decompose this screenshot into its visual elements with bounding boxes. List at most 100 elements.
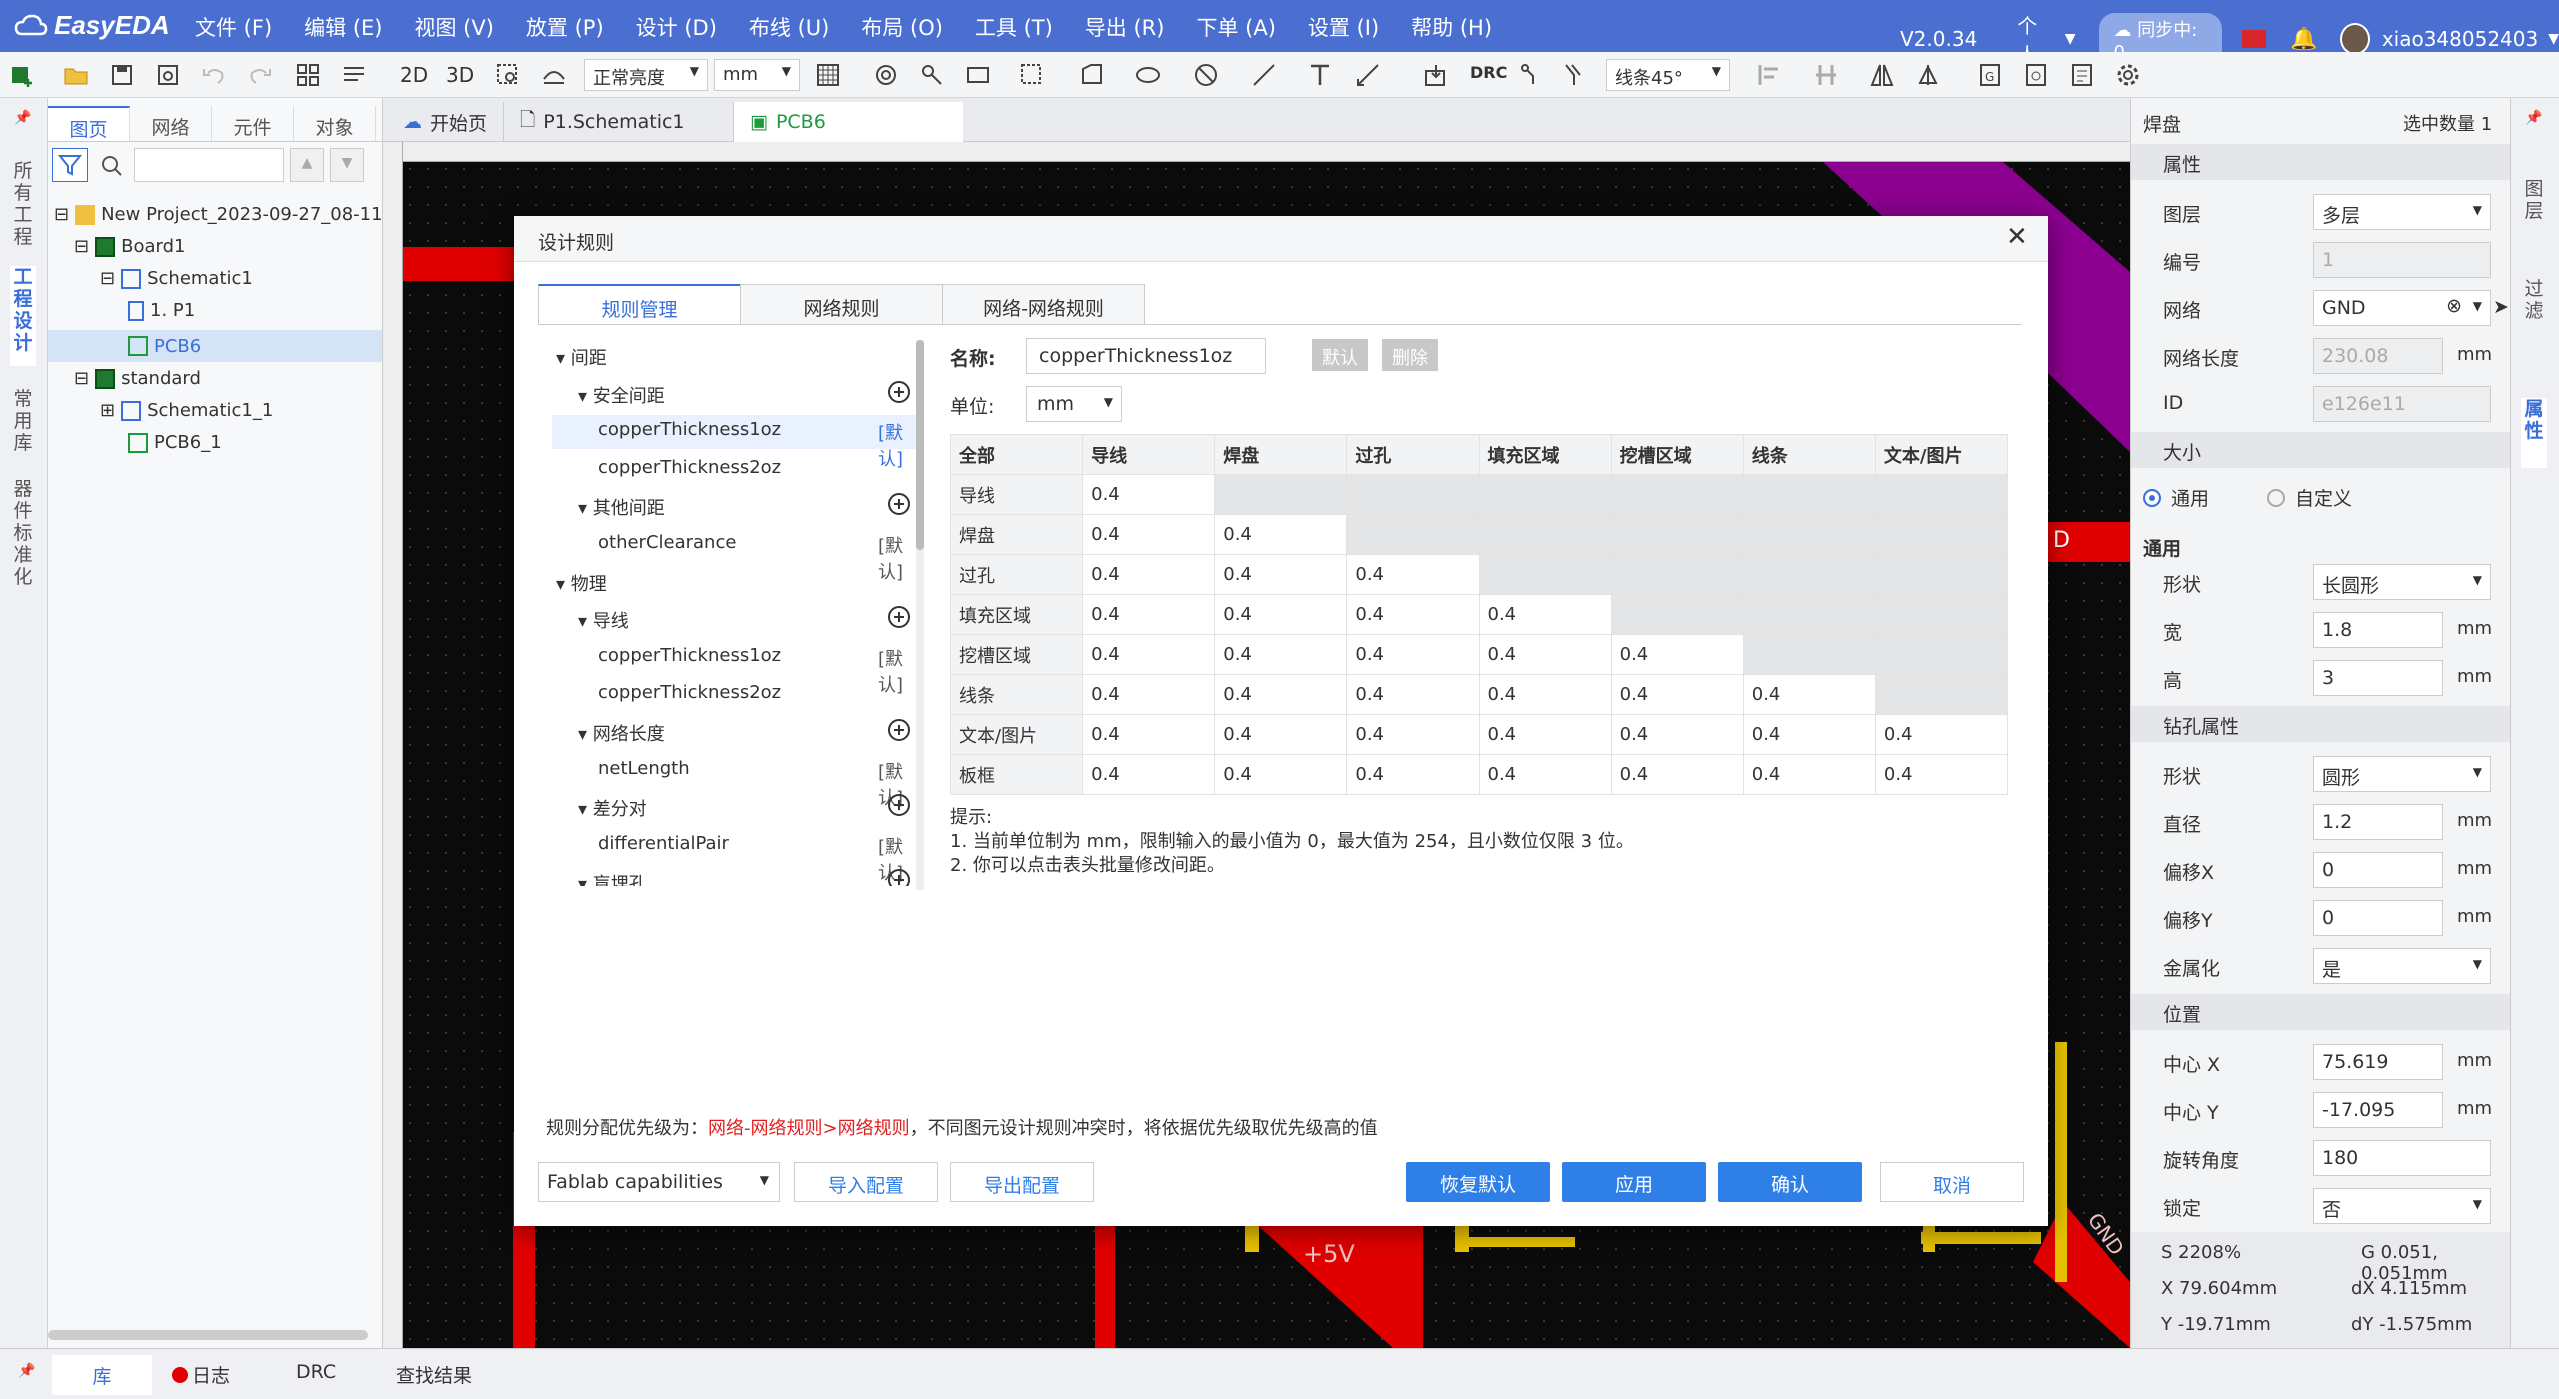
add-rule-icon[interactable] xyxy=(888,493,910,516)
matrix-cell[interactable]: 0.4 xyxy=(1610,714,1744,755)
section-properties[interactable]: 属性 xyxy=(2131,144,2511,180)
center-y-input[interactable]: -17.095 xyxy=(2313,1092,2443,1128)
undo-icon[interactable] xyxy=(200,61,228,89)
import-icon[interactable] xyxy=(1422,61,1450,89)
matrix-cell[interactable]: 0.4 xyxy=(1478,634,1612,675)
rule-category[interactable]: ▾ 盲埋孔 xyxy=(578,870,647,886)
caret-down-icon[interactable]: ▾ xyxy=(578,724,593,745)
menu-settings[interactable]: 设置 (I) xyxy=(1308,12,1379,42)
ellipse-icon[interactable] xyxy=(1134,61,1162,89)
flip-horizontal-icon[interactable] xyxy=(1868,61,1896,89)
menu-tools[interactable]: 工具 (T) xyxy=(975,12,1053,42)
tab-rule-management[interactable]: 规则管理 xyxy=(538,284,741,324)
vtab-project-design[interactable]: 工程设计 xyxy=(10,266,36,366)
rule-tree-scrollbar-thumb[interactable] xyxy=(916,340,924,550)
matrix-cell[interactable]: 0.4 xyxy=(1082,714,1216,755)
tree-node-pcb6[interactable]: PCB6 xyxy=(48,330,382,362)
no-entry-icon[interactable] xyxy=(1192,61,1220,89)
pin-icon[interactable]: 📌 xyxy=(14,110,31,126)
net-select[interactable]: GND ⊗ ▼ xyxy=(2313,290,2491,326)
matrix-cell[interactable]: 0.4 xyxy=(1874,714,2009,755)
brightness-select[interactable]: 正常亮度 ▼ xyxy=(584,59,708,91)
search-icon[interactable] xyxy=(100,154,124,178)
menu-file[interactable]: 文件 (F) xyxy=(195,12,272,42)
section-position[interactable]: 位置 xyxy=(2131,994,2511,1030)
menu-place[interactable]: 放置 (P) xyxy=(526,12,604,42)
new-file-icon[interactable] xyxy=(8,61,36,89)
tree-search-input[interactable] xyxy=(134,148,284,182)
tab-schematic[interactable]: 🗋 P1.Schematic1 xyxy=(503,102,701,142)
tree-node-schematic1-1[interactable]: ⊞ Schematic1_1 xyxy=(100,400,273,421)
matrix-cell[interactable]: 0.4 xyxy=(1214,714,1348,755)
menu-order[interactable]: 下单 (A) xyxy=(1196,12,1275,42)
export-config-button[interactable]: 导出配置 xyxy=(950,1162,1094,1202)
section-size[interactable]: 大小 xyxy=(2131,432,2511,468)
cursor-arrow-icon[interactable]: ➤ xyxy=(2493,296,2509,318)
component-icon[interactable] xyxy=(964,61,992,89)
matrix-header-cell[interactable]: 文本/图片 xyxy=(1874,434,2009,475)
user-avatar[interactable] xyxy=(2339,23,2370,55)
caret-down-icon[interactable]: ▾ xyxy=(578,386,593,407)
collapse-icon[interactable]: ⊟ xyxy=(74,368,89,389)
rule-category[interactable]: ▾ 差分对 xyxy=(578,795,647,821)
set-default-button[interactable]: 默认 xyxy=(1312,339,1368,371)
matrix-header-cell[interactable]: 焊盘 xyxy=(1214,434,1348,475)
unit-select[interactable]: mm ▼ xyxy=(714,59,800,91)
clear-icon[interactable]: ⊗ xyxy=(2446,295,2462,317)
rule-category[interactable]: ▾ 安全间距 xyxy=(578,382,665,408)
brightness-icon[interactable] xyxy=(540,61,568,89)
rule-unit-select[interactable]: mm ▼ xyxy=(1026,386,1122,422)
delete-rule-button[interactable]: 删除 xyxy=(1382,339,1438,371)
matrix-header-cell[interactable]: 填充区域 xyxy=(1478,434,1612,475)
menu-export[interactable]: 导出 (R) xyxy=(1085,12,1165,42)
offset-x-input[interactable]: 0 xyxy=(2313,852,2443,888)
rule-item[interactable]: copperThickness2oz xyxy=(598,457,781,478)
matrix-header-cell[interactable]: 挖槽区域 xyxy=(1610,434,1744,475)
rule-item[interactable]: netLength xyxy=(598,758,690,779)
pick-place-icon[interactable] xyxy=(2068,61,2096,89)
list-view-icon[interactable] xyxy=(340,61,368,89)
rule-item[interactable]: copperThickness1oz xyxy=(598,419,781,440)
matrix-cell[interactable]: 0.4 xyxy=(1346,634,1480,675)
caret-down-icon[interactable]: ▾ xyxy=(556,348,571,369)
restore-default-button[interactable]: 恢复默认 xyxy=(1406,1162,1550,1202)
matrix-cell[interactable]: 0.4 xyxy=(1082,514,1216,555)
matrix-cell[interactable]: 0.4 xyxy=(1082,554,1216,595)
dimension-icon[interactable] xyxy=(1354,61,1382,89)
grid-view-icon[interactable] xyxy=(294,61,322,89)
china-flag-icon[interactable] xyxy=(2241,30,2267,48)
vtab-common-library[interactable]: 常用库 xyxy=(10,388,36,468)
caret-down-icon[interactable]: ▾ xyxy=(578,498,593,519)
pin-icon[interactable]: 📌 xyxy=(2525,110,2542,126)
preset-select[interactable]: Fablab capabilities ▼ xyxy=(538,1162,780,1202)
diff-route-icon[interactable] xyxy=(1562,61,1590,89)
width-input[interactable]: 1.8 xyxy=(2313,612,2443,648)
tab-drc[interactable]: DRC xyxy=(296,1361,336,1383)
expand-icon[interactable]: ⊞ xyxy=(100,400,115,421)
align-left-icon[interactable] xyxy=(1756,61,1784,89)
caret-down-icon[interactable]: ▾ xyxy=(556,574,571,595)
apply-button[interactable]: 应用 xyxy=(1562,1162,1706,1202)
rule-item[interactable]: differentialPair xyxy=(598,833,729,854)
matrix-cell[interactable]: 0.4 xyxy=(1214,514,1348,555)
matrix-cell[interactable]: 0.4 xyxy=(1346,714,1480,755)
menu-route[interactable]: 布线 (U) xyxy=(749,12,829,42)
rule-item[interactable]: copperThickness1oz xyxy=(598,645,781,666)
caret-down-icon[interactable]: ▾ xyxy=(578,611,593,632)
nav-up-button[interactable]: ▲ xyxy=(290,148,324,182)
tab-log[interactable]: 日志 xyxy=(172,1361,230,1388)
user-menu-chevron-icon[interactable]: ▼ xyxy=(2548,31,2559,47)
matrix-cell[interactable]: 0.4 xyxy=(1742,714,1876,755)
matrix-cell[interactable]: 0.4 xyxy=(1478,754,1612,795)
menu-edit[interactable]: 编辑 (E) xyxy=(304,12,382,42)
pad-icon[interactable] xyxy=(918,61,946,89)
matrix-cell[interactable]: 0.4 xyxy=(1214,594,1348,635)
matrix-cell[interactable]: 0.4 xyxy=(1346,674,1480,715)
diameter-input[interactable]: 1.2 xyxy=(2313,804,2443,840)
rule-category[interactable]: ▾ 导线 xyxy=(578,607,629,633)
username[interactable]: xiao348052403 xyxy=(2382,27,2538,51)
center-x-input[interactable]: 75.619 xyxy=(2313,1044,2443,1080)
rule-category[interactable]: ▾ 网络长度 xyxy=(578,720,665,746)
import-config-button[interactable]: 导入配置 xyxy=(794,1162,938,1202)
matrix-cell[interactable]: 0.4 xyxy=(1346,594,1480,635)
